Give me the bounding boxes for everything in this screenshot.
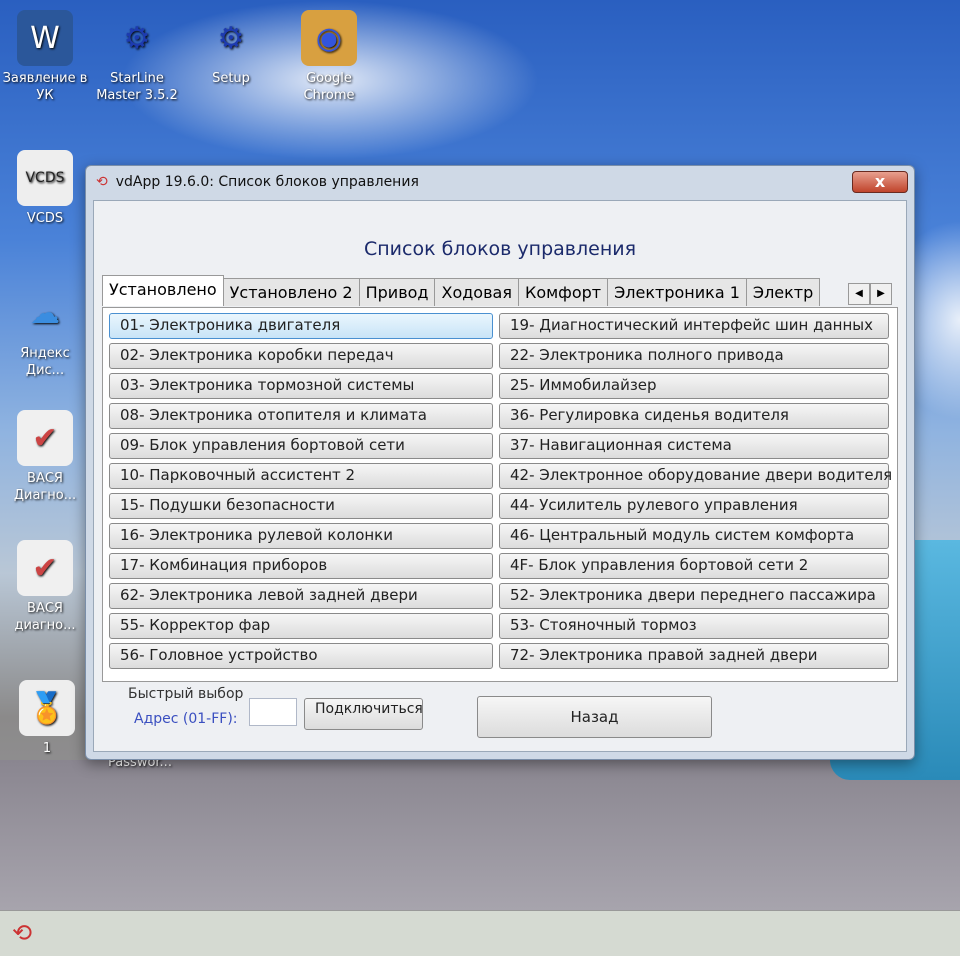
desktop-icon-label: ВАСЯ диагно... bbox=[14, 601, 76, 633]
vdapp-window: ⟲ vdApp 19.6.0: Список блоков управления… bbox=[85, 165, 915, 760]
grass bbox=[0, 760, 960, 910]
yandex-disk-icon: ☁ bbox=[30, 295, 60, 331]
tab[interactable]: Электроника 1 bbox=[607, 278, 747, 306]
desktop-icon[interactable]: W Заявление в УК bbox=[0, 10, 90, 104]
desktop-icon[interactable]: ✔ ВАСЯ Диагно... bbox=[0, 410, 90, 504]
control-unit-button[interactable]: 52- Электроника двери переднего пассажир… bbox=[499, 583, 889, 609]
desktop-icon-label: Яндекс Дис... bbox=[20, 346, 70, 378]
desktop-icon-label: VCDS bbox=[26, 211, 64, 226]
app-icon: ⟲ bbox=[96, 174, 108, 190]
control-unit-button[interactable]: 17- Комбинация приборов bbox=[109, 553, 493, 579]
desktop-icon[interactable]: 🏅 1 bbox=[2, 680, 92, 757]
control-unit-button[interactable]: 62- Электроника левой задней двери bbox=[109, 583, 493, 609]
desktop-icon[interactable]: ◉ Google Chrome bbox=[284, 10, 374, 104]
vasya-icon: ✔ bbox=[17, 540, 73, 596]
tab[interactable]: Установлено 2 bbox=[222, 278, 360, 306]
tab-scroll-right-icon[interactable]: ▶ bbox=[870, 283, 892, 305]
gear-wrench-icon: ⚙ bbox=[217, 20, 245, 56]
gear-wrench-icon: ⚙ bbox=[123, 20, 151, 56]
desktop-icon-label: ВАСЯ Диагно... bbox=[13, 471, 77, 503]
window-title: vdApp 19.6.0: Список блоков управления bbox=[115, 174, 419, 190]
tab[interactable]: Привод bbox=[358, 278, 436, 306]
control-unit-button[interactable]: 56- Головное устройство bbox=[109, 643, 493, 669]
connect-button[interactable]: Подключиться bbox=[304, 698, 423, 730]
tab[interactable]: Установлено bbox=[102, 275, 224, 306]
desktop-icon[interactable]: ⚙ Setup bbox=[186, 10, 276, 87]
control-unit-button[interactable]: 4F- Блок управления бортовой сети 2 bbox=[499, 553, 889, 579]
control-unit-button[interactable]: 44- Усилитель рулевого управления bbox=[499, 493, 889, 519]
tab-scroll: ◀ ▶ bbox=[848, 283, 892, 305]
control-unit-button[interactable]: 25- Иммобилайзер bbox=[499, 373, 889, 399]
control-unit-button[interactable]: 72- Электроника правой задней двери bbox=[499, 643, 889, 669]
control-unit-button[interactable]: 09- Блок управления бортовой сети bbox=[109, 433, 493, 459]
control-unit-button[interactable]: 36- Регулировка сиденья водителя bbox=[499, 403, 889, 429]
tab[interactable]: Ходовая bbox=[434, 278, 519, 306]
certificate-icon: 🏅 bbox=[19, 680, 75, 736]
tab-panel: 01- Электроника двигателя 02- Электроника… bbox=[102, 307, 898, 682]
control-unit-button[interactable]: 16- Электроника рулевой колонки bbox=[109, 523, 493, 549]
vasya-icon: ✔ bbox=[17, 410, 73, 466]
vdapp-taskbar-icon[interactable]: ⟲ bbox=[12, 919, 32, 947]
chrome-icon: ◉ bbox=[301, 10, 357, 66]
tab[interactable]: Комфорт bbox=[517, 278, 609, 306]
control-unit-button[interactable]: 53- Стояночный тормоз bbox=[499, 613, 889, 639]
desktop-icon-label: Google Chrome bbox=[303, 71, 355, 103]
control-unit-button[interactable]: 19- Диагностический интерфейс шин данных bbox=[499, 313, 889, 339]
desktop-icon-label: 1 bbox=[42, 741, 52, 756]
close-button[interactable]: x bbox=[852, 171, 908, 193]
control-unit-button[interactable]: 03- Электроника тормозной системы bbox=[109, 373, 493, 399]
tab-bar: Установлено Установлено 2 Привод Ходовая Ком… bbox=[102, 275, 821, 306]
page-heading: Список блоков управления bbox=[363, 238, 637, 260]
control-unit-button[interactable]: 46- Центральный модуль систем комфорта bbox=[499, 523, 889, 549]
desktop-icon-label: Заявление в УК bbox=[2, 71, 88, 103]
control-unit-button[interactable]: 22- Электроника полного привода bbox=[499, 343, 889, 369]
taskbar: ⟲ bbox=[0, 910, 960, 956]
word-document-icon: W bbox=[17, 10, 73, 66]
control-unit-button[interactable]: 10- Парковочный ассистент 2 bbox=[109, 463, 493, 489]
control-unit-button[interactable]: 55- Корректор фар bbox=[109, 613, 493, 639]
title-bar: ⟲ vdApp 19.6.0: Список блоков управления bbox=[86, 166, 914, 198]
control-unit-button[interactable]: 37- Навигационная система bbox=[499, 433, 889, 459]
client-area: Список блоков управления Установлено Уста… bbox=[93, 200, 907, 752]
control-unit-button[interactable]: 15- Подушки безопасности bbox=[109, 493, 493, 519]
control-unit-button[interactable]: 42- Электронное оборудование двери водит… bbox=[499, 463, 892, 489]
desktop-icon-label: StarLine Master 3.5.2 bbox=[96, 71, 178, 103]
tab-scroll-left-icon[interactable]: ◀ bbox=[848, 283, 870, 305]
vcds-icon: VCDS bbox=[17, 150, 73, 206]
left-column: 01- Электроника двигателя 02- Электроника… bbox=[109, 313, 493, 669]
quick-select-label: Быстрый выбор bbox=[128, 686, 244, 702]
desktop-icon[interactable]: ☁ Яндекс Дис... bbox=[0, 285, 90, 379]
address-input[interactable] bbox=[249, 698, 297, 726]
right-column: 19- Диагностический интерфейс шин данных… bbox=[499, 313, 892, 669]
desktop-icon[interactable]: ✔ ВАСЯ диагно... bbox=[0, 540, 90, 634]
desktop-icon[interactable]: VCDS VCDS bbox=[0, 150, 90, 227]
control-unit-button[interactable]: 02- Электроника коробки передач bbox=[109, 343, 493, 369]
control-unit-button[interactable]: 08- Электроника отопителя и климата bbox=[109, 403, 493, 429]
control-unit-button[interactable]: 01- Электроника двигателя bbox=[109, 313, 493, 339]
back-button[interactable]: Назад bbox=[477, 696, 712, 738]
desktop-icon-label: Setup bbox=[212, 71, 250, 86]
tab[interactable]: Электр bbox=[745, 278, 821, 306]
address-label: Адрес (01-FF): bbox=[134, 711, 238, 727]
desktop-icon[interactable]: ⚙ StarLine Master 3.5.2 bbox=[92, 10, 182, 104]
